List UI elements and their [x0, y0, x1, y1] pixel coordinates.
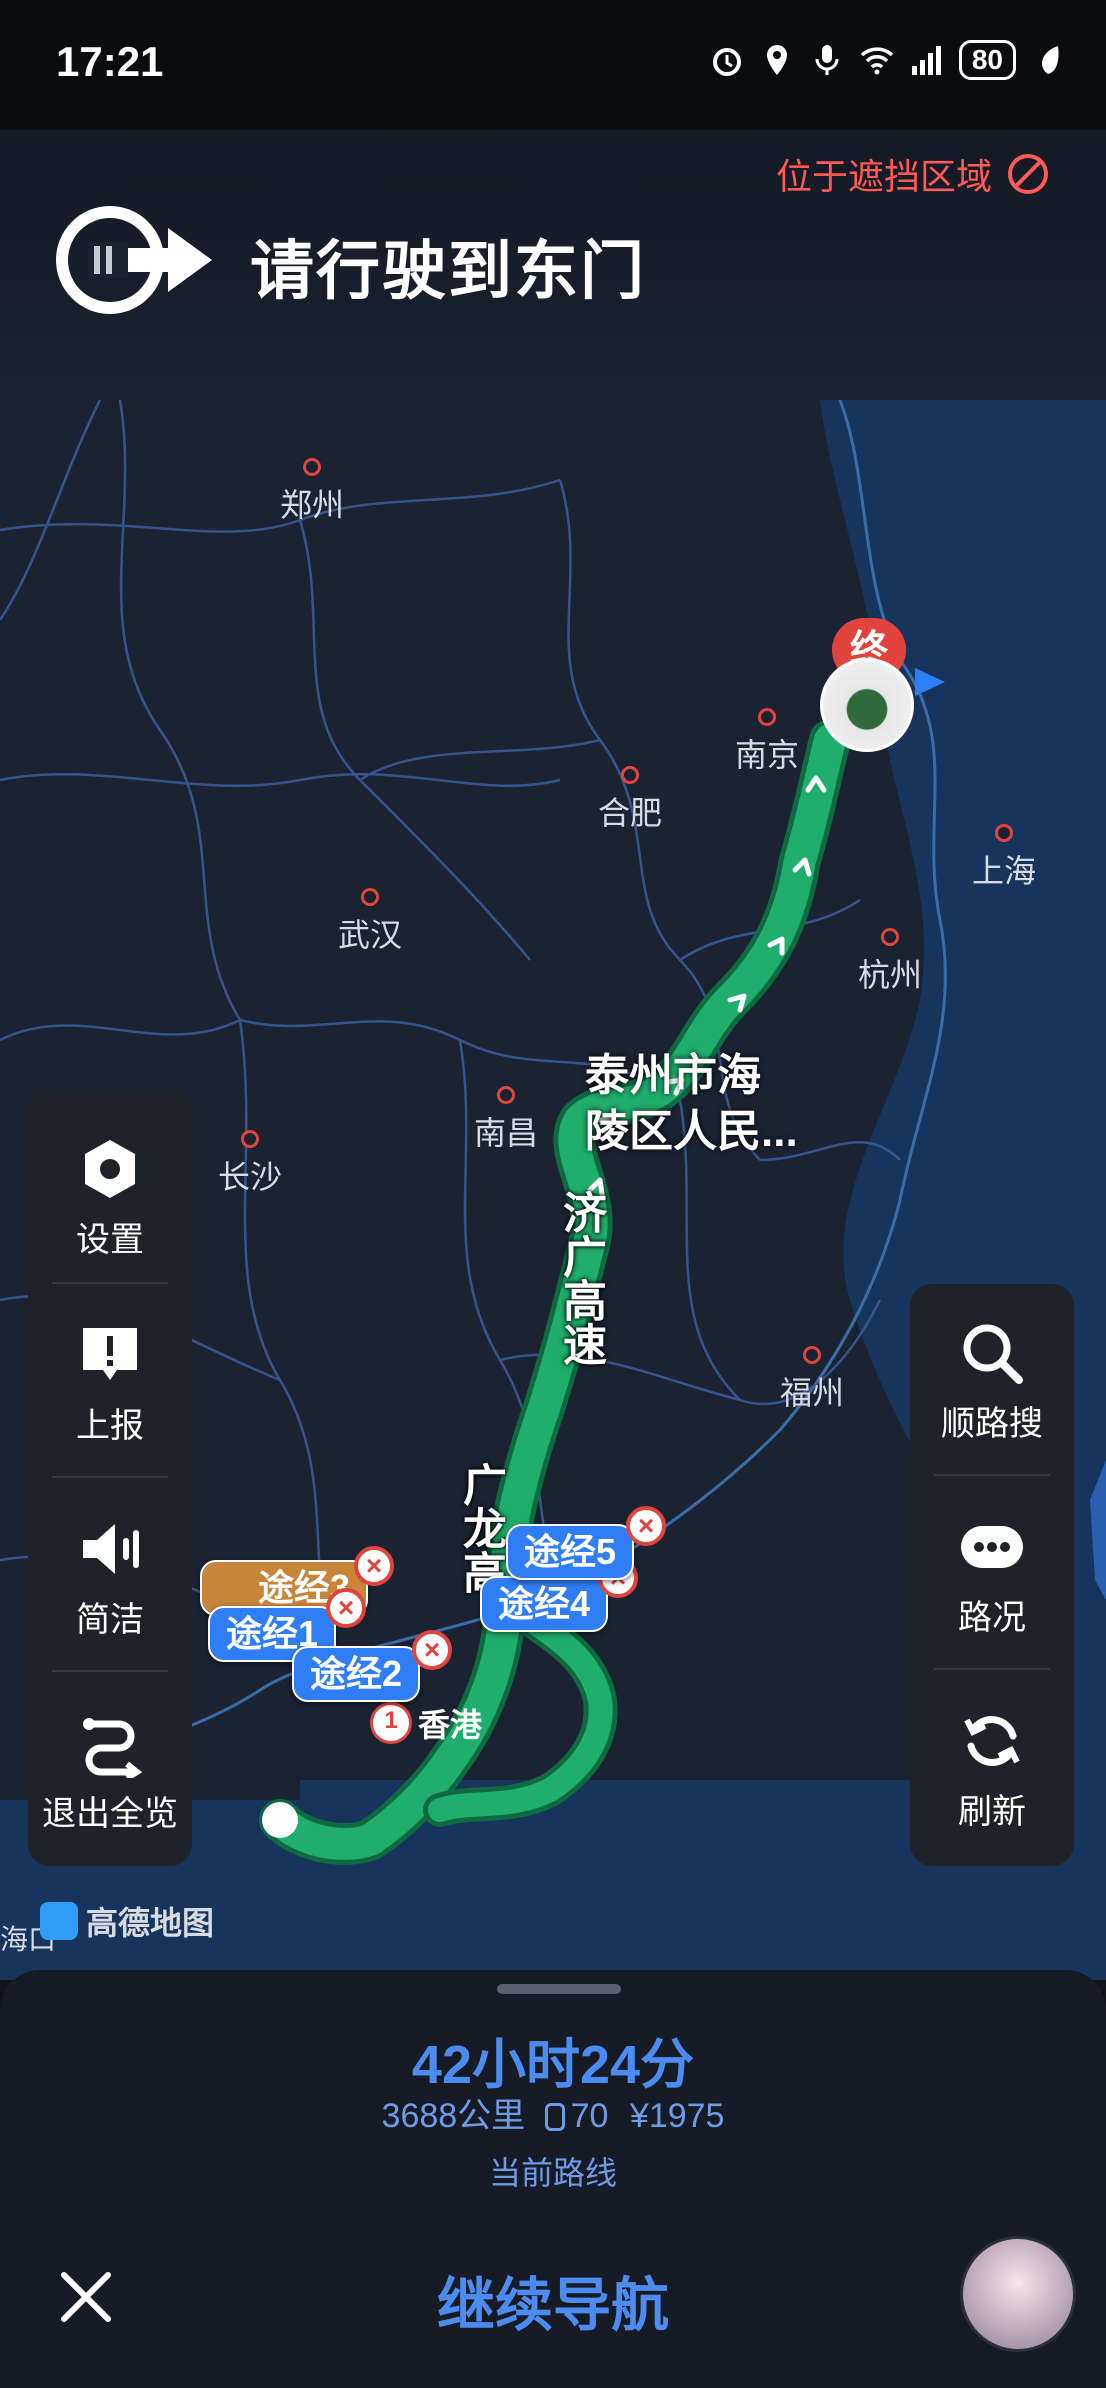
city-label: 长沙	[218, 1159, 283, 1195]
alarm-icon	[712, 48, 741, 76]
search-along-route-button[interactable]: 顺路搜	[910, 1318, 1074, 1445]
traffic-light-icon	[544, 2103, 565, 2131]
waypoint-3-remove-icon[interactable]: ×	[354, 1546, 394, 1586]
traffic-dots-icon	[961, 1526, 1023, 1568]
status-icons: 80	[709, 40, 1066, 80]
city-nanchang: 南昌	[474, 1086, 538, 1154]
traffic-light-count: 70	[570, 2097, 609, 2135]
microphone-icon	[815, 45, 839, 75]
leaf-icon	[1042, 46, 1059, 74]
road-label-guanglong: 广龙高	[456, 1462, 505, 1594]
wifi-icon	[860, 47, 894, 75]
city-fuzhou: 福州	[780, 1346, 844, 1414]
city-label: 香港	[418, 1707, 483, 1743]
traffic-button[interactable]: 路况	[910, 1512, 1074, 1639]
city-wuhan: 武汉	[338, 888, 402, 956]
city-dot	[361, 888, 379, 906]
city-dot	[995, 824, 1013, 842]
exit-overview-icon	[83, 1718, 143, 1778]
battery-indicator: 80	[958, 40, 1016, 80]
settings-label: 设置	[76, 1221, 144, 1259]
toll-cost: ¥1975	[629, 2097, 725, 2135]
waypoint-2[interactable]: 途经2	[292, 1646, 421, 1702]
city-dot	[803, 1346, 821, 1364]
left-control-panel: 设置 上报 简洁 退出全览	[28, 1090, 192, 1866]
exit-overview-button[interactable]: 退出全览	[28, 1708, 192, 1835]
panel-divider	[934, 1668, 1050, 1670]
location-icon	[766, 45, 787, 75]
concise-mode-button[interactable]: 简洁	[28, 1514, 192, 1641]
exit-overview-label: 退出全览	[42, 1795, 178, 1833]
amap-attribution: 高德地图	[40, 1898, 214, 1944]
sheet-drag-handle[interactable]	[497, 1984, 621, 1994]
waypoint-2-remove-icon[interactable]: ×	[412, 1630, 452, 1670]
destination-label-line1: 泰州市海	[585, 1051, 761, 1100]
right-control-panel: 顺路搜 路况 刷新	[910, 1284, 1074, 1866]
panel-divider	[52, 1476, 168, 1478]
obstruction-warning: 位于遮挡区域	[776, 148, 1050, 200]
panel-divider	[52, 1282, 168, 1284]
city-label: 南昌	[474, 1115, 539, 1151]
city-hefei: 合肥	[598, 766, 662, 834]
route-summary: 3688公里 70 ¥1975	[0, 2088, 1106, 2137]
panel-divider	[52, 1670, 168, 1672]
city-hongkong: 1 香港	[370, 1700, 482, 1746]
assistant-avatar[interactable]	[960, 2236, 1076, 2352]
refresh-icon	[964, 1716, 1020, 1766]
waypoint-4[interactable]: 途经4	[480, 1576, 609, 1632]
status-bar: 17:21 80	[0, 0, 1106, 130]
city-dot	[758, 708, 776, 726]
settings-hex-icon	[85, 1140, 135, 1198]
amap-logo-icon	[40, 1902, 78, 1940]
search-along-route-label: 顺路搜	[941, 1405, 1043, 1443]
waypoint-5-remove-icon[interactable]: ×	[626, 1506, 666, 1546]
city-dot	[497, 1086, 515, 1104]
satellite-off-icon	[1008, 154, 1048, 194]
destination-avatar-icon[interactable]	[820, 658, 914, 752]
city-label: 上海	[972, 853, 1037, 889]
start-marker: 1	[370, 1702, 412, 1744]
concise-mode-label: 简洁	[76, 1601, 144, 1639]
destination-label[interactable]: 泰州市海 陵区人民...	[585, 1048, 798, 1160]
panel-divider	[934, 1474, 1050, 1476]
city-label: 福州	[780, 1375, 845, 1411]
route-distance: 3688公里	[381, 2097, 526, 2135]
settings-button[interactable]: 设置	[28, 1134, 192, 1261]
city-label: 郑州	[280, 487, 345, 523]
city-nanjing: 南京	[735, 708, 799, 776]
city-label: 武汉	[338, 917, 403, 953]
road-label-jiguang: 济广高速	[556, 1190, 605, 1366]
city-changsha: 长沙	[218, 1130, 282, 1198]
city-label: 杭州	[858, 957, 923, 993]
city-zhengzhou: 郑州	[280, 458, 344, 526]
amap-attribution-text: 高德地图	[86, 1905, 215, 1941]
speaker-icon	[83, 1524, 139, 1574]
destination-label-line2: 陵区人民...	[585, 1107, 798, 1156]
city-dot	[881, 928, 899, 946]
city-label: 南京	[735, 737, 800, 773]
report-exclamation-icon	[83, 1328, 137, 1380]
city-label: 合肥	[598, 795, 663, 831]
report-button[interactable]: 上报	[28, 1320, 192, 1447]
navigation-instruction: 请行驶到东门	[250, 235, 646, 307]
route-name: 当前路线	[488, 2155, 617, 2191]
refresh-button[interactable]: 刷新	[910, 1706, 1074, 1833]
exit-direction-icon	[56, 206, 212, 314]
city-dot	[621, 766, 639, 784]
waypoint-1-remove-icon[interactable]: ×	[326, 1588, 366, 1628]
city-dot	[303, 458, 321, 476]
traffic-label: 路况	[958, 1599, 1026, 1637]
clock: 17:21	[56, 38, 164, 85]
search-icon	[963, 1324, 1023, 1384]
city-hangzhou: 杭州	[858, 928, 922, 996]
city-shanghai: 上海	[972, 824, 1036, 892]
signal-icon	[911, 46, 941, 75]
report-label: 上报	[76, 1407, 144, 1445]
continue-navigation-button[interactable]: 继续导航	[0, 2258, 1106, 2342]
waypoint-5[interactable]: 途经5	[506, 1524, 635, 1580]
city-dot	[241, 1130, 259, 1148]
warning-text: 位于遮挡区域	[775, 156, 992, 197]
refresh-label: 刷新	[958, 1793, 1026, 1831]
